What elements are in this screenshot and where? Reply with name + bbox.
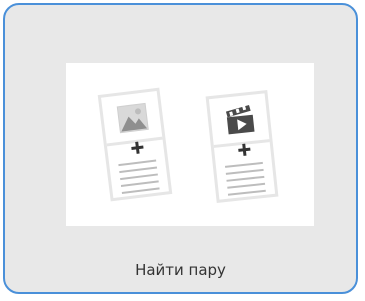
plus-icon: [131, 141, 144, 154]
image-icon: [116, 102, 149, 134]
tile-label: Найти пару: [135, 261, 226, 279]
plus-icon: [238, 143, 251, 156]
text-lines-icon: [224, 161, 266, 196]
find-pair-tile[interactable]: Найти пару: [3, 3, 358, 294]
video-card: [205, 90, 279, 203]
text-lines-icon: [118, 159, 160, 194]
video-icon: [225, 105, 255, 135]
tile-preview: [66, 63, 314, 226]
image-card: [97, 87, 173, 202]
